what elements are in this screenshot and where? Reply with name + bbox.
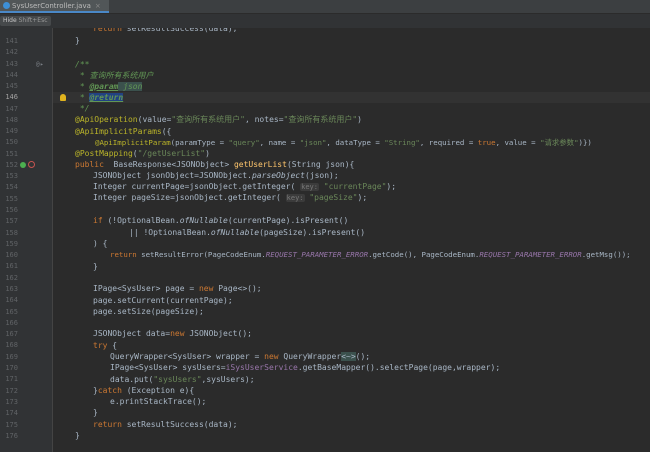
code-line-154: Integer currentPage=jsonObject.getIntege… <box>93 182 397 191</box>
line-number: 157 <box>5 217 18 225</box>
code-line-164: page.setCurrent(currentPage); <box>93 296 233 305</box>
hide-label: Hide <box>3 17 17 24</box>
code-line-141: } <box>75 36 80 45</box>
line-number: 174 <box>5 409 18 417</box>
ide-window: } return setResultSuccess(data); } /** *… <box>0 0 650 452</box>
line-number: 153 <box>5 172 18 180</box>
hint-bar: Hide Shift+Esc <box>0 14 650 28</box>
code-line-160: return setResultError(PageCodeEnum.REQUE… <box>110 250 631 259</box>
code-line-161: } <box>93 262 98 271</box>
line-number: 163 <box>5 285 18 293</box>
code-line-157: if (!OptionalBean.ofNullable(currentPage… <box>93 216 349 225</box>
line-number: 144 <box>5 71 18 79</box>
line-number: 175 <box>5 421 18 429</box>
line-number: 169 <box>5 353 18 361</box>
code-line-145: * @param json <box>75 82 143 91</box>
line-number: 171 <box>5 375 18 383</box>
java-class-icon <box>3 2 10 9</box>
code-line-153: JSONObject jsonObject=JSONObject.parseOb… <box>93 171 339 180</box>
line-number: 148 <box>5 116 18 124</box>
line-number: 156 <box>5 206 18 214</box>
code-line-171: data.put("sysUsers",sysUsers); <box>110 375 255 384</box>
code-line-146: * @return <box>75 93 124 102</box>
param-hint: key: <box>285 194 305 202</box>
code-line-174: } <box>93 408 98 417</box>
line-number: 151 <box>5 150 18 158</box>
code-line-158: || !OptionalBean.ofNullable(pageSize).is… <box>129 228 366 237</box>
code-line-147: */ <box>75 104 90 113</box>
code-line-176: } <box>75 431 80 440</box>
line-number-current: 146 <box>5 93 18 101</box>
line-number: 170 <box>5 364 18 372</box>
fold-marker-icon[interactable]: ▸ <box>40 59 44 70</box>
line-number: 142 <box>5 48 18 56</box>
line-number: 167 <box>5 330 18 338</box>
code-line-143: /** <box>75 60 90 69</box>
lightbulb-icon[interactable] <box>60 94 66 101</box>
line-number: 154 <box>5 183 18 191</box>
shortcut-label: Shift+Esc <box>18 17 48 24</box>
close-icon[interactable]: × <box>95 2 101 10</box>
editor-tab-bar: SysUserController.java × <box>0 0 650 14</box>
line-number: 152 <box>5 161 18 169</box>
hide-button[interactable]: Hide Shift+Esc <box>0 16 51 26</box>
code-line-155: Integer pageSize=jsonObject.getInteger( … <box>93 193 368 202</box>
code-line-149: @ApiImplicitParams({ <box>75 127 172 136</box>
line-number: 173 <box>5 398 18 406</box>
line-number: 176 <box>5 432 18 440</box>
code-line-165: page.setSize(pageSize); <box>93 307 204 316</box>
code-line-148: @ApiOperation(value="查询所有系统用户", notes="查… <box>75 115 362 124</box>
line-number: 161 <box>5 262 18 270</box>
tab-sysusercontroller[interactable]: SysUserController.java × <box>0 0 109 13</box>
line-number: 172 <box>5 387 18 395</box>
code-line-144: * 查询所有系统用户 <box>75 71 154 80</box>
code-line-167: JSONObject data=new JSONObject(); <box>93 329 252 338</box>
code-line-168: try { <box>93 341 118 350</box>
code-line-152: public BaseResponse<JSONObject> getUserL… <box>75 160 355 169</box>
code-line-173: e.printStackTrace(); <box>110 397 207 406</box>
line-number: 149 <box>5 127 18 135</box>
line-number: 141 <box>5 37 18 45</box>
run-marker-icon[interactable] <box>20 162 26 168</box>
line-number: 143 <box>5 60 18 68</box>
code-line-175: return setResultSuccess(data); <box>93 420 238 429</box>
code-line-172: }catch (Exception e){ <box>93 386 195 395</box>
line-number: 155 <box>5 195 18 203</box>
line-number: 147 <box>5 105 18 113</box>
line-number: 164 <box>5 296 18 304</box>
line-number: 150 <box>5 138 18 146</box>
code-line-159: ) { <box>93 239 108 248</box>
line-number: 145 <box>5 82 18 90</box>
line-number: 162 <box>5 274 18 282</box>
code-line-163: IPage<SysUser> page = new Page<>(); <box>93 284 262 293</box>
code-line-150: @ApiImplicitParam(paramType = "query", n… <box>95 138 592 147</box>
endpoint-icon[interactable] <box>28 161 35 168</box>
param-hint: key: <box>300 183 319 191</box>
line-number: 158 <box>5 229 18 237</box>
tab-label: SysUserController.java <box>12 2 91 10</box>
line-number: 159 <box>5 240 18 248</box>
line-number: 166 <box>5 319 18 327</box>
code-line-170: IPage<SysUser> sysUsers=iSysUserService.… <box>110 363 501 372</box>
code-line-151: @PostMapping("/getUserList") <box>75 149 210 158</box>
line-number: 160 <box>5 251 18 259</box>
line-number: 168 <box>5 341 18 349</box>
line-number: 165 <box>5 308 18 316</box>
code-editor[interactable]: } return setResultSuccess(data); } /** *… <box>53 10 650 452</box>
code-line-169: QueryWrapper<SysUser> wrapper = new Quer… <box>110 352 371 361</box>
